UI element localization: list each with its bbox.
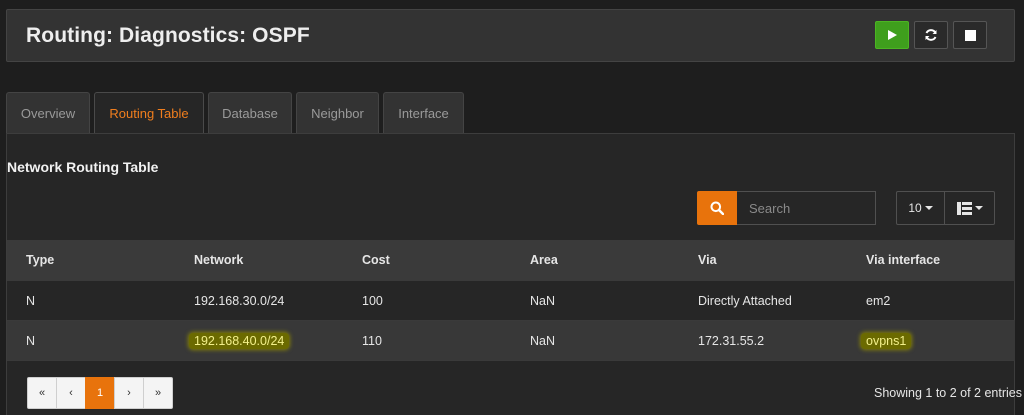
tab-routing-table[interactable]: Routing Table xyxy=(94,92,204,133)
tab-label: Interface xyxy=(398,105,449,121)
tab-label: Overview xyxy=(20,105,76,121)
cell-cost: 100 xyxy=(362,293,383,308)
cell-cost: 110 xyxy=(362,333,382,348)
routing-table-panel: Network Routing Table 10 Type Network Co… xyxy=(6,133,1022,415)
page-size-value: 10 xyxy=(908,201,922,215)
cell-type: N xyxy=(26,333,36,348)
column-header-area[interactable]: Area xyxy=(530,240,558,280)
tab-overview[interactable]: Overview xyxy=(6,92,90,133)
highlighted-network: 192.168.40.0/24 xyxy=(189,332,290,349)
refresh-icon xyxy=(925,29,937,41)
first-page-button[interactable]: « xyxy=(27,377,57,409)
next-page-button[interactable]: › xyxy=(114,377,144,409)
column-header-network[interactable]: Network xyxy=(194,240,243,280)
page-title: Routing: Diagnostics: OSPF xyxy=(26,24,310,47)
column-selector-dropdown[interactable] xyxy=(945,191,995,225)
cell-via-interface: em2 xyxy=(866,293,891,308)
cell-via: 172.31.55.2 xyxy=(698,333,765,348)
tab-label: Routing Table xyxy=(109,105,189,121)
cell-area: NaN xyxy=(530,293,556,308)
tab-interface[interactable]: Interface xyxy=(383,92,464,133)
cell-via-interface: ovpns1 xyxy=(861,321,912,360)
column-header-via[interactable]: Via xyxy=(698,240,717,280)
stop-icon xyxy=(964,29,976,41)
page-1-button[interactable]: 1 xyxy=(85,377,115,409)
stop-button[interactable] xyxy=(953,21,987,49)
tab-database[interactable]: Database xyxy=(208,92,292,133)
tab-label: Neighbor xyxy=(311,105,364,121)
play-icon xyxy=(888,30,897,40)
start-button[interactable] xyxy=(875,21,909,49)
column-header-type[interactable]: Type xyxy=(26,240,54,280)
table-row: N 192.168.40.0/24 110 NaN 172.31.55.2 ov… xyxy=(7,321,1015,361)
routing-table: Type Network Cost Area Via Via interface… xyxy=(7,240,1015,361)
previous-page-button[interactable]: ‹ xyxy=(56,377,86,409)
pagination: « ‹ 1 › » xyxy=(27,377,173,409)
highlighted-interface: ovpns1 xyxy=(861,332,912,349)
cell-via: Directly Attached xyxy=(698,293,792,308)
search-input[interactable] xyxy=(737,191,876,225)
column-header-via-interface[interactable]: Via interface xyxy=(866,240,940,280)
cell-network: 192.168.30.0/24 xyxy=(194,293,285,308)
entries-info: Showing 1 to 2 of 2 entries xyxy=(873,386,1022,400)
page-header: Routing: Diagnostics: OSPF xyxy=(6,9,1015,62)
tab-label: Database xyxy=(222,105,278,121)
column-selector-icon xyxy=(956,201,972,215)
panel-title: Network Routing Table xyxy=(7,159,159,175)
cell-type: N xyxy=(26,293,36,308)
column-header-cost[interactable]: Cost xyxy=(362,240,390,280)
restart-button[interactable] xyxy=(914,21,948,49)
cell-network: 192.168.40.0/24 xyxy=(189,321,290,360)
table-header-row: Type Network Cost Area Via Via interface xyxy=(7,240,1015,281)
chevron-down-icon xyxy=(974,206,983,210)
tab-neighbor[interactable]: Neighbor xyxy=(296,92,379,133)
cell-area: NaN xyxy=(530,333,556,348)
chevron-down-icon xyxy=(924,206,933,210)
table-row: N 192.168.30.0/24 100 NaN Directly Attac… xyxy=(7,281,1015,321)
page-size-dropdown[interactable]: 10 xyxy=(896,191,945,225)
last-page-button[interactable]: » xyxy=(143,377,173,409)
search-icon xyxy=(710,201,724,215)
search-button[interactable] xyxy=(697,191,737,225)
